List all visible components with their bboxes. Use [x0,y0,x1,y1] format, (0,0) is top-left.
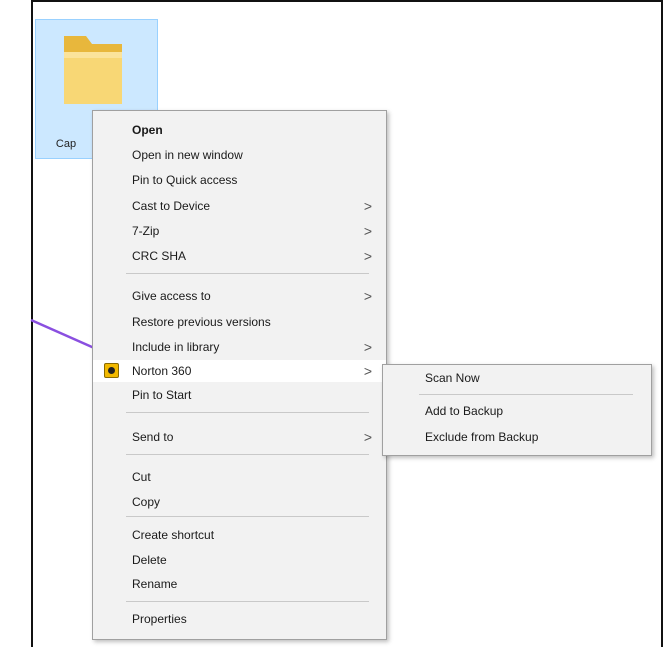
menu-separator [126,516,369,517]
menu-separator [126,454,369,455]
menu-item-label: Include in library [132,340,220,354]
menu-item-label: Rename [132,577,178,591]
menu-item-norton-360[interactable]: Norton 360 > [93,360,386,382]
menu-item-crc-sha[interactable]: CRC SHA > [93,245,386,267]
menu-item-label: Send to [132,430,174,444]
menu-item-restore-previous-versions[interactable]: Restore previous versions [93,311,386,333]
menu-item-label: Delete [132,553,167,567]
chevron-right-icon: > [363,288,372,304]
norton-submenu: Scan Now Add to Backup Exclude from Back… [382,364,652,456]
menu-item-label: Create shortcut [132,528,215,542]
menu-item-label: Open in new window [132,148,243,162]
menu-item-open-new-window[interactable]: Open in new window [93,144,386,166]
folder-icon [64,36,122,104]
menu-item-label: Give access to [132,289,211,303]
menu-item-7zip[interactable]: 7-Zip > [93,220,386,242]
chevron-right-icon: > [363,363,372,379]
menu-separator [126,412,369,413]
menu-item-label: Copy [132,495,161,509]
menu-item-include-in-library[interactable]: Include in library > [93,336,386,358]
submenu-item-label: Add to Backup [425,404,504,418]
menu-item-label: Open [132,123,163,137]
menu-separator [126,601,369,602]
chevron-right-icon: > [363,223,372,239]
menu-item-pin-quick-access[interactable]: Pin to Quick access [93,169,386,191]
norton-icon [104,363,119,378]
submenu-item-exclude-from-backup[interactable]: Exclude from Backup [383,426,651,448]
menu-item-open[interactable]: Open [93,119,386,141]
menu-item-label: CRC SHA [132,249,187,263]
menu-item-label: Cast to Device [132,199,211,213]
menu-item-rename[interactable]: Rename [93,573,386,595]
menu-separator [126,273,369,274]
menu-item-label: Properties [132,612,187,626]
menu-item-copy[interactable]: Copy [93,491,386,513]
menu-item-label: Pin to Start [132,388,192,402]
menu-item-cut[interactable]: Cut [93,466,386,488]
menu-item-properties[interactable]: Properties [93,608,386,630]
submenu-item-label: Exclude from Backup [425,430,539,444]
menu-item-label: 7-Zip [132,224,160,238]
menu-item-create-shortcut[interactable]: Create shortcut [93,524,386,546]
submenu-item-label: Scan Now [425,371,480,385]
menu-item-give-access[interactable]: Give access to > [93,285,386,307]
chevron-right-icon: > [363,198,372,214]
folder-name-label: Cap [55,138,77,150]
chevron-right-icon: > [363,248,372,264]
context-menu: Open Open in new window Pin to Quick acc… [92,110,387,640]
menu-item-cast-to-device[interactable]: Cast to Device > [93,195,386,217]
menu-item-label: Cut [132,470,151,484]
submenu-item-add-to-backup[interactable]: Add to Backup [383,400,651,422]
submenu-item-scan-now[interactable]: Scan Now [383,367,651,389]
chevron-right-icon: > [363,429,372,445]
menu-separator [419,394,633,395]
menu-item-label: Restore previous versions [132,315,271,329]
menu-item-delete[interactable]: Delete [93,549,386,571]
menu-item-send-to[interactable]: Send to > [93,426,386,448]
menu-item-label: Pin to Quick access [132,173,238,187]
menu-item-pin-to-start[interactable]: Pin to Start [93,384,386,406]
chevron-right-icon: > [363,339,372,355]
menu-item-label: Norton 360 [132,364,192,378]
